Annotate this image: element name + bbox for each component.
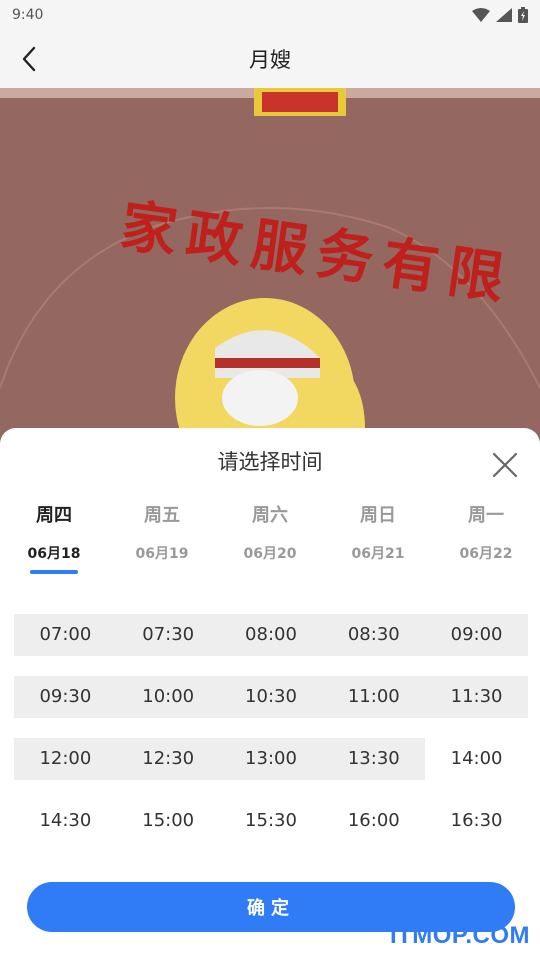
time-slot[interactable]: 11:00 (322, 676, 426, 718)
day-weekday: 周日 (360, 505, 396, 526)
chevron-left-icon (22, 46, 36, 72)
status-time: 9:40 (12, 7, 44, 23)
time-slot[interactable]: 08:00 (219, 614, 323, 656)
day-date: 06月20 (243, 546, 297, 562)
time-slot[interactable]: 14:00 (425, 738, 528, 780)
day-weekday: 周四 (36, 505, 72, 526)
active-day-indicator (30, 570, 78, 574)
time-slot[interactable]: 07:00 (14, 614, 117, 656)
time-picker-sheet: 请选择时间 周四 06月18 周五 06月19 周六 06月20 周日 06月2… (0, 428, 540, 960)
time-slot[interactable]: 15:30 (220, 800, 323, 842)
time-slot[interactable]: 15:00 (117, 800, 220, 842)
time-slot[interactable]: 12:00 (14, 738, 117, 780)
time-slot[interactable]: 09:30 (14, 676, 117, 718)
tab-day-2[interactable]: 周六 06月20 (216, 502, 324, 564)
time-slot-row: 14:30 15:00 15:30 16:00 16:30 (14, 800, 528, 842)
time-slot[interactable]: 13:00 (219, 738, 323, 780)
time-slot-row: 12:00 12:30 13:00 13:30 14:00 (14, 738, 528, 780)
sheet-title: 请选择时间 (217, 450, 323, 474)
time-slot-row: 07:00 07:30 08:00 08:30 09:00 (14, 614, 528, 656)
day-tabs: 周四 06月18 周五 06月19 周六 06月20 周日 06月21 周一 0… (0, 502, 540, 582)
time-slot[interactable]: 08:30 (322, 614, 426, 656)
day-weekday: 周五 (144, 505, 180, 526)
nav-bar: 月嫂 (0, 30, 540, 88)
tab-day-3[interactable]: 周日 06月21 (324, 502, 432, 564)
status-bar: 9:40 (0, 0, 540, 30)
day-date: 06月22 (459, 546, 513, 562)
time-slot[interactable]: 07:30 (116, 614, 220, 656)
wifi-icon (472, 8, 490, 22)
time-slot[interactable]: 10:00 (116, 676, 220, 718)
time-slot[interactable]: 14:30 (14, 800, 117, 842)
hero-image: 家政服务有限 (0, 88, 540, 448)
day-date: 06月21 (351, 546, 405, 562)
time-slot[interactable]: 10:30 (219, 676, 323, 718)
time-slot[interactable]: 09:00 (425, 614, 528, 656)
battery-icon (518, 7, 528, 23)
watermark: ITMOP.COM (389, 922, 530, 949)
time-slot[interactable]: 16:00 (322, 800, 425, 842)
status-icons (472, 7, 528, 23)
page-title: 月嫂 (249, 48, 291, 72)
time-slot-grid: 07:00 07:30 08:00 08:30 09:00 09:30 10:0… (14, 614, 528, 862)
day-weekday: 周六 (252, 505, 288, 526)
back-button[interactable] (14, 44, 44, 74)
signal-icon (496, 8, 512, 22)
day-weekday: 周一 (468, 505, 504, 526)
time-slot[interactable]: 12:30 (116, 738, 220, 780)
time-slot[interactable]: 11:30 (425, 676, 528, 718)
close-button[interactable] (490, 450, 520, 480)
time-slot[interactable]: 13:30 (322, 738, 426, 780)
tab-day-4[interactable]: 周一 06月22 (432, 502, 540, 564)
tab-day-1[interactable]: 周五 06月19 (108, 502, 216, 564)
time-slot[interactable]: 16:30 (425, 800, 528, 842)
close-icon (492, 452, 518, 478)
tab-day-0[interactable]: 周四 06月18 (0, 502, 108, 574)
day-date: 06月18 (27, 546, 81, 562)
time-slot-row: 09:30 10:00 10:30 11:00 11:30 (14, 676, 528, 718)
day-date: 06月19 (135, 546, 189, 562)
